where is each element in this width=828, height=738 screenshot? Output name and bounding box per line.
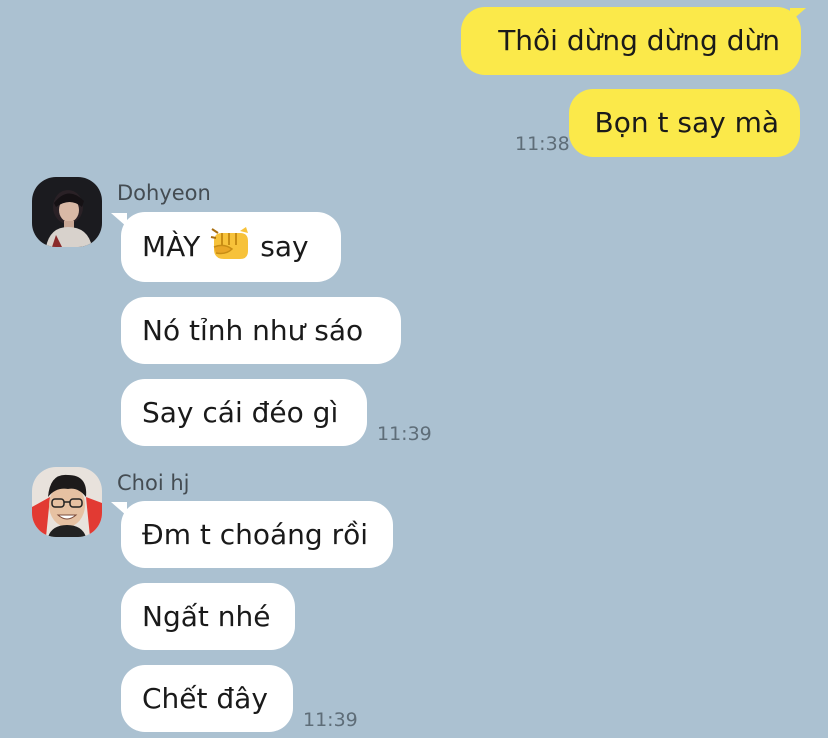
chat-window[interactable]: Thôi dừng dừng dừn 11:38 Bọn t say mà Do… xyxy=(0,0,828,738)
message-text: say xyxy=(260,230,309,263)
message-text: Ngất nhé xyxy=(142,599,271,633)
message-text: Chết đây xyxy=(142,681,268,715)
incoming-message[interactable]: Say cái đéo gì xyxy=(121,379,367,446)
bubble-tail xyxy=(790,8,806,22)
incoming-message[interactable]: Ngất nhé xyxy=(121,583,295,650)
message-text: Bọn t say mà xyxy=(594,106,779,139)
message-text: Đm t choáng rồi xyxy=(142,517,369,551)
sender-name: Choi hj xyxy=(117,471,190,495)
message-timestamp: 11:39 xyxy=(377,423,432,445)
incoming-message[interactable]: Nó tỉnh như sáo xyxy=(121,297,401,364)
message-timestamp: 11:38 xyxy=(515,133,570,155)
message-timestamp: 11:39 xyxy=(303,709,358,731)
message-text: Nó tỉnh như sáo xyxy=(142,313,364,347)
incoming-message[interactable]: MÀY say xyxy=(121,212,341,282)
outgoing-message[interactable]: Thôi dừng dừng dừn xyxy=(461,7,801,75)
sender-name: Dohyeon xyxy=(117,181,211,205)
incoming-message[interactable]: Đm t choáng rồi xyxy=(121,501,393,568)
oncoming-fist-icon xyxy=(210,226,250,268)
incoming-message[interactable]: Chết đây xyxy=(121,665,293,732)
message-text: Say cái đéo gì xyxy=(142,395,339,429)
user-avatar-dohyeon-icon xyxy=(32,177,102,247)
outgoing-message[interactable]: Bọn t say mà xyxy=(569,89,800,157)
message-text: MÀY xyxy=(142,230,201,263)
user-avatar-choi-hj-icon xyxy=(32,467,102,537)
sender-avatar[interactable] xyxy=(32,467,102,537)
message-text: Thôi dừng dừng dừn xyxy=(498,24,780,57)
sender-avatar[interactable] xyxy=(32,177,102,247)
